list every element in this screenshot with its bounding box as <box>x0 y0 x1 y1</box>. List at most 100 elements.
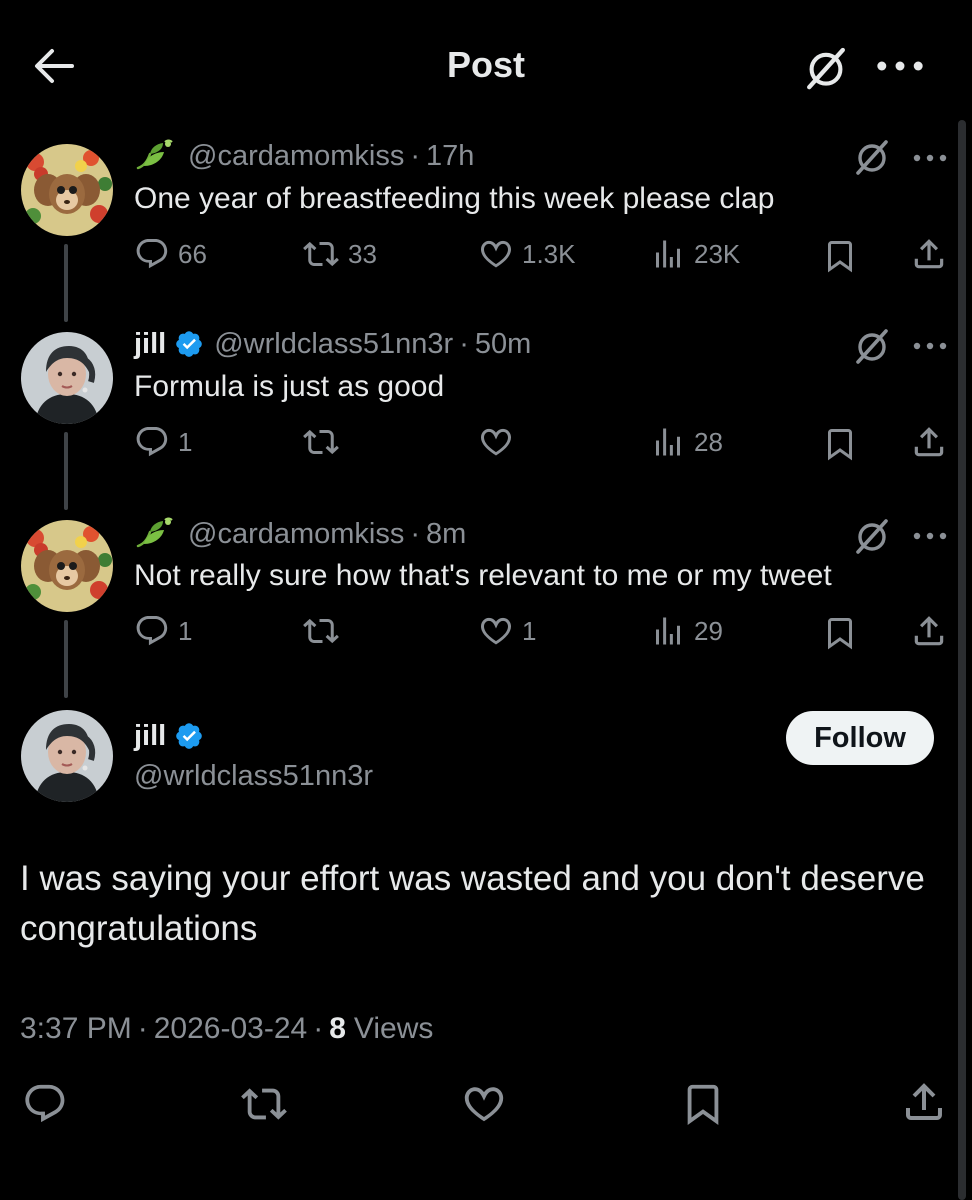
share-icon <box>910 423 948 461</box>
reply-button[interactable]: 1 <box>134 422 192 462</box>
scrollbar[interactable] <box>958 120 966 1200</box>
reply-button[interactable]: 1 <box>134 611 192 651</box>
bookmark-button[interactable] <box>822 236 866 276</box>
like-button[interactable] <box>460 1084 516 1124</box>
avatar[interactable] <box>21 710 113 802</box>
grok-button[interactable] <box>852 137 892 177</box>
avatar[interactable] <box>21 332 113 424</box>
more-icon <box>910 334 950 358</box>
display-name[interactable]: jill <box>134 328 166 361</box>
repost-icon <box>302 424 340 460</box>
heart-icon <box>460 1081 508 1127</box>
repost-count: 33 <box>348 238 377 269</box>
grok-button[interactable] <box>852 516 892 556</box>
reply-count: 1 <box>178 615 193 646</box>
reply-count: 1 <box>178 426 193 457</box>
reply-button[interactable] <box>22 1084 76 1124</box>
heart-icon <box>478 613 514 649</box>
views-icon <box>650 613 686 649</box>
reply-icon <box>134 236 170 272</box>
repost-button[interactable] <box>302 422 348 462</box>
tweet-meta: jill @wrldclass51nn3r · 50m <box>134 327 532 361</box>
more-options-button[interactable] <box>910 524 950 548</box>
grok-button[interactable] <box>800 44 852 92</box>
views-count: 23K <box>694 238 741 269</box>
bookmark-icon <box>822 615 858 651</box>
bookmark-icon <box>822 426 858 462</box>
avatar[interactable] <box>21 520 113 612</box>
reply-count: 66 <box>178 238 207 269</box>
bookmark-button[interactable] <box>680 1084 734 1124</box>
heart-icon <box>478 236 514 272</box>
share-button[interactable] <box>910 234 956 274</box>
views-icon <box>650 424 686 460</box>
more-icon <box>872 48 928 84</box>
share-icon <box>900 1078 948 1126</box>
like-button[interactable]: 1 <box>478 611 536 651</box>
share-button[interactable] <box>900 1082 956 1122</box>
more-icon <box>910 524 950 548</box>
views-count: 8 <box>329 1012 346 1045</box>
share-icon <box>910 612 948 650</box>
tweet-text: Not really sure how that's relevant to m… <box>134 559 832 592</box>
handle[interactable]: @wrldclass51nn3r <box>134 758 373 794</box>
like-count: 1 <box>522 615 537 646</box>
reply-icon <box>134 613 170 649</box>
grok-icon <box>852 137 892 177</box>
post-time[interactable]: 3:37 PM <box>20 1012 132 1046</box>
handle[interactable]: @wrldclass51nn3r <box>214 328 453 361</box>
more-options-button[interactable] <box>872 48 928 84</box>
views-button[interactable]: 29 <box>650 611 723 651</box>
tweet-text: One year of breastfeeding this week plea… <box>134 182 775 215</box>
reply-icon <box>22 1081 68 1127</box>
tweet-text: Formula is just as good <box>134 370 445 403</box>
follow-button[interactable]: Follow <box>786 711 934 765</box>
repost-button[interactable] <box>240 1084 296 1124</box>
like-button[interactable]: 1.3K <box>478 234 576 274</box>
timestamp-row: 3:37 PM · 2026-03-24 · 8 Views <box>20 1012 434 1046</box>
repost-button[interactable] <box>302 611 348 651</box>
tweet-meta: @cardamomkiss · 17h <box>134 138 474 174</box>
timestamp[interactable]: 17h <box>426 140 474 173</box>
leaf-icon <box>134 138 176 174</box>
tweet-text: I was saying your effort was wasted and … <box>20 859 925 948</box>
avatar[interactable] <box>21 144 113 236</box>
post-date[interactable]: 2026-03-24 <box>154 1012 307 1046</box>
grok-icon <box>852 516 892 556</box>
thread-connector <box>64 620 68 698</box>
bookmark-button[interactable] <box>822 613 866 653</box>
grok-button[interactable] <box>852 326 892 366</box>
views-button[interactable]: 23K <box>650 234 740 274</box>
repost-icon <box>302 236 340 272</box>
thread-connector <box>64 244 68 322</box>
thread-connector <box>64 432 68 510</box>
like-count: 1.3K <box>522 238 576 269</box>
share-button[interactable] <box>910 422 956 462</box>
timestamp[interactable]: 50m <box>475 328 531 361</box>
handle[interactable]: @cardamomkiss <box>188 140 404 173</box>
views-icon <box>650 236 686 272</box>
more-icon <box>910 146 950 170</box>
like-button[interactable] <box>478 422 522 462</box>
bookmark-button[interactable] <box>822 424 866 464</box>
repost-icon <box>302 613 340 649</box>
handle[interactable]: @cardamomkiss <box>188 518 404 551</box>
views-label: Views <box>353 1012 434 1045</box>
display-name[interactable]: jill <box>134 720 166 753</box>
more-options-button[interactable] <box>910 146 950 170</box>
more-options-button[interactable] <box>910 334 950 358</box>
verified-badge-icon <box>174 721 204 751</box>
verified-badge-icon <box>174 329 204 359</box>
share-button[interactable] <box>910 611 956 651</box>
author-name-row: jill <box>134 718 214 754</box>
grok-icon <box>800 44 852 92</box>
tweet-meta: @cardamomkiss · 8m <box>134 516 466 552</box>
repost-button[interactable]: 33 <box>302 234 377 274</box>
leaf-icon <box>134 516 176 552</box>
views-button[interactable]: 28 <box>650 422 723 462</box>
share-icon <box>910 235 948 273</box>
reply-button[interactable]: 66 <box>134 234 207 274</box>
bookmark-icon <box>680 1081 726 1127</box>
views-count: 29 <box>694 615 723 646</box>
timestamp[interactable]: 8m <box>426 518 466 551</box>
